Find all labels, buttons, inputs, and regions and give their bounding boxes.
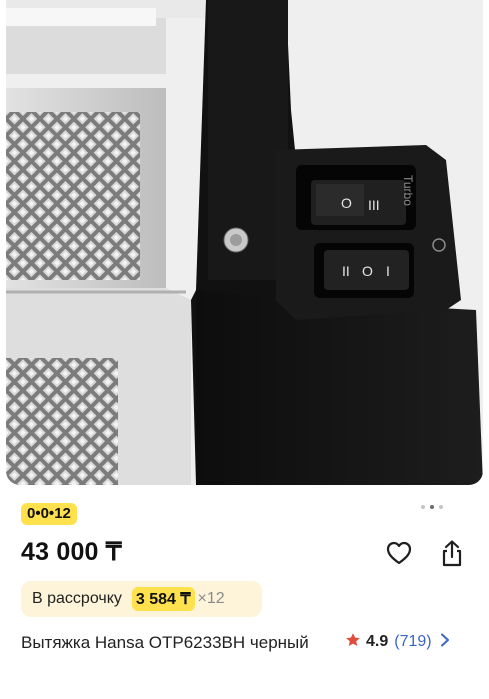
- review-count[interactable]: (719): [394, 633, 431, 651]
- share-button[interactable]: [437, 538, 467, 568]
- svg-text:O: O: [362, 263, 373, 279]
- star-icon: [345, 632, 361, 653]
- product-card[interactable]: O III II O I Turbo 0•0•12 43 000 ₸ В рас…: [0, 0, 489, 699]
- gallery-dot[interactable]: [439, 505, 443, 509]
- gallery-dot-active[interactable]: [430, 505, 434, 509]
- gallery-dot[interactable]: [421, 505, 425, 509]
- installment-amount: 3 584 ₸: [131, 587, 195, 611]
- installment-months: ×12: [197, 590, 225, 607]
- share-icon: [437, 538, 467, 568]
- rating[interactable]: 4.9 (719): [345, 630, 450, 654]
- svg-text:III: III: [368, 197, 380, 213]
- heart-icon: [384, 538, 414, 568]
- product-image[interactable]: O III II O I Turbo: [6, 0, 483, 485]
- chevron-right-icon[interactable]: [440, 633, 450, 652]
- gallery-dots: [421, 505, 443, 509]
- product-title[interactable]: Вытяжка Hansa OTP6233BH черный: [21, 630, 336, 655]
- favorite-button[interactable]: [384, 538, 414, 568]
- svg-text:I: I: [386, 263, 390, 279]
- turbo-label: Turbo: [401, 175, 415, 206]
- price: 43 000 ₸: [21, 538, 122, 566]
- installment-label: В рассрочку: [32, 590, 122, 607]
- svg-text:O: O: [341, 195, 352, 211]
- rating-score: 4.9: [366, 633, 389, 650]
- installment-offer[interactable]: В рассрочку 3 584 ₸ ×12: [21, 581, 262, 617]
- installment-badge: 0•0•12: [21, 503, 77, 525]
- svg-text:II: II: [342, 263, 350, 279]
